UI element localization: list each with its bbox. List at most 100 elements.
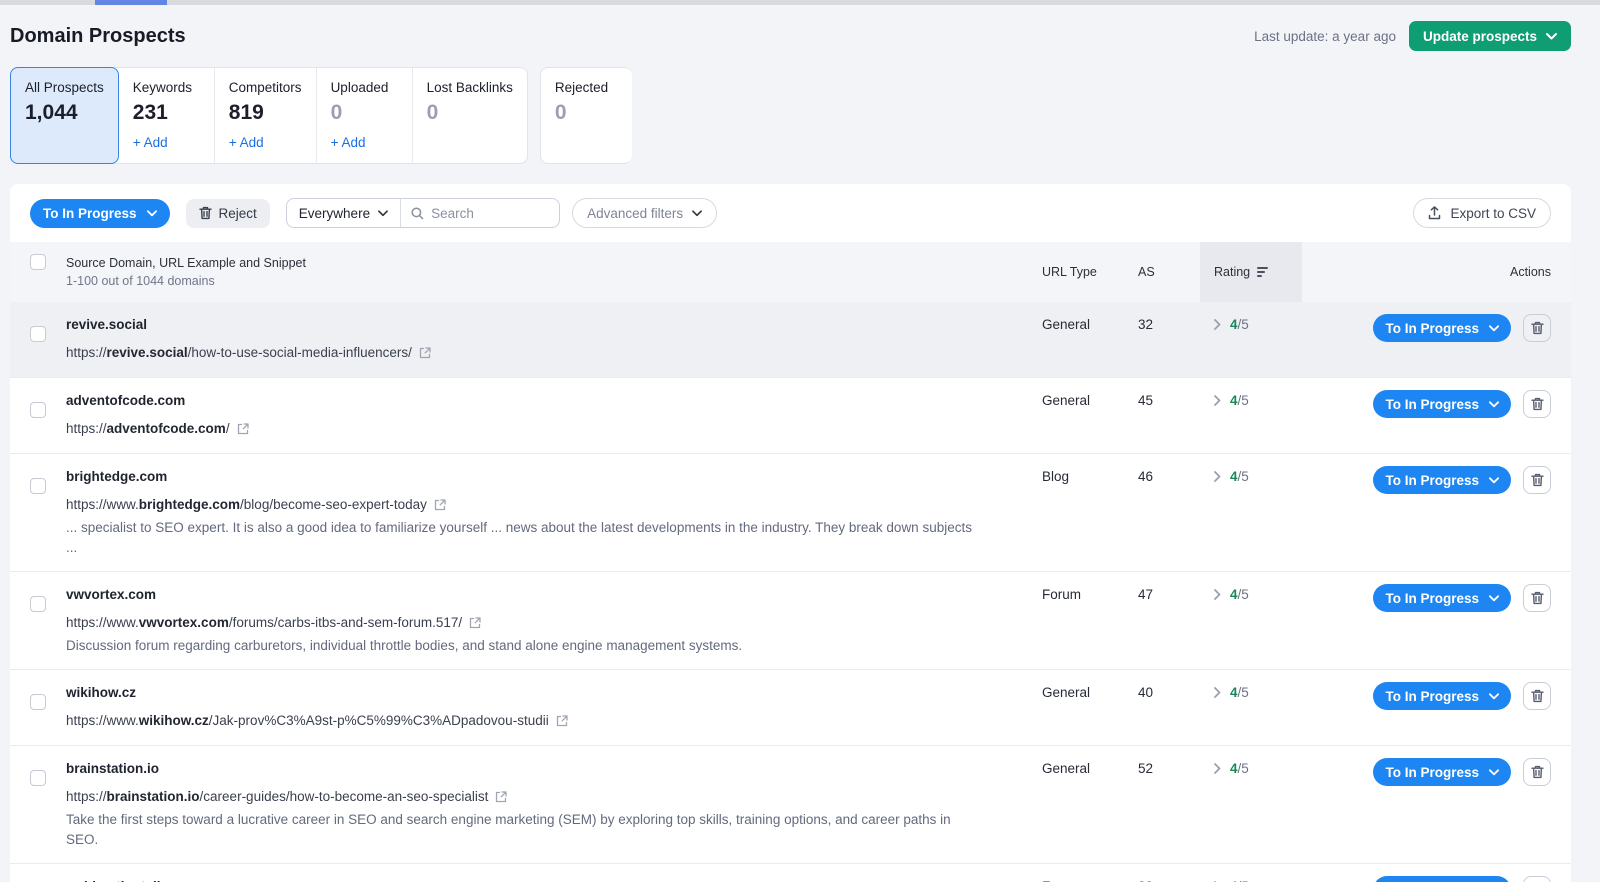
column-authority-score: AS — [1138, 265, 1155, 279]
row-delete-button[interactable] — [1523, 876, 1551, 882]
advanced-filters-dropdown[interactable]: Advanced filters — [572, 198, 717, 228]
chevron-down-icon — [1489, 693, 1499, 700]
row-delete-button[interactable] — [1523, 758, 1551, 786]
row-checkbox[interactable] — [30, 596, 46, 612]
rating-value: 4 — [1230, 587, 1238, 602]
row-status-dropdown[interactable]: To In Progress — [1373, 314, 1511, 342]
url-path: /career-guides/how-to-become-an-seo-spec… — [200, 785, 489, 808]
chevron-right-icon — [1214, 395, 1221, 406]
tab-lost-backlinks[interactable]: Lost Backlinks 0 — [413, 68, 527, 163]
external-link-icon[interactable] — [237, 423, 249, 435]
rating-value: 4 — [1230, 761, 1238, 776]
row-delete-button[interactable] — [1523, 466, 1551, 494]
url-path: /forums/carbs-itbs-and-sem-forum.517/ — [229, 611, 462, 634]
row-url-link[interactable]: https://adventofcode.com/ — [66, 417, 1042, 440]
tab-label: Competitors — [229, 80, 302, 95]
row-status-dropdown[interactable]: To In Progress — [1373, 584, 1511, 612]
rating-max: /5 — [1238, 587, 1249, 602]
row-domain-link[interactable]: revive.social — [66, 314, 1042, 336]
row-authority-score: 47 — [1138, 584, 1200, 656]
tab-competitors[interactable]: Competitors 819 + Add — [215, 68, 317, 163]
row-checkbox[interactable] — [30, 478, 46, 494]
row-rating[interactable]: 4/5 — [1200, 314, 1302, 364]
bulk-status-dropdown[interactable]: To In Progress — [30, 199, 170, 228]
update-prospects-button[interactable]: Update prospects — [1409, 21, 1571, 51]
chevron-down-icon — [1489, 325, 1499, 332]
row-checkbox[interactable] — [30, 770, 46, 786]
url-domain: wikihow.cz — [139, 709, 209, 732]
external-link-icon[interactable] — [495, 791, 507, 803]
search-scope-dropdown[interactable]: Everywhere — [287, 199, 401, 227]
export-csv-button[interactable]: Export to CSV — [1413, 198, 1551, 228]
row-rating[interactable]: 4/5 — [1200, 390, 1302, 440]
row-domain-link[interactable]: webhostingtalk.com — [66, 876, 1042, 882]
tab-add-link[interactable]: + Add — [229, 135, 302, 150]
row-domain-link[interactable]: wikihow.cz — [66, 682, 1042, 704]
row-rating[interactable]: 4/5 — [1200, 466, 1302, 558]
external-link-icon[interactable] — [434, 499, 446, 511]
tab-add-link[interactable]: + Add — [133, 135, 200, 150]
url-path: /blog/become-seo-expert-today — [240, 493, 427, 516]
tab-uploaded[interactable]: Uploaded 0 + Add — [317, 68, 413, 163]
row-domain-link[interactable]: brainstation.io — [66, 758, 1042, 780]
prospect-source-tabs: All Prospects 1,044 Keywords 231 + Add C… — [10, 67, 1590, 164]
row-url-type: Forum — [1042, 876, 1138, 882]
row-checkbox[interactable] — [30, 694, 46, 710]
rating-max: /5 — [1238, 393, 1249, 408]
row-url-link[interactable]: https://www.wikihow.cz/Jak-prov%C3%A9st-… — [66, 709, 1042, 732]
tab-keywords[interactable]: Keywords 231 + Add — [119, 68, 215, 163]
row-domain-link[interactable]: adventofcode.com — [66, 390, 1042, 412]
row-url-link[interactable]: https://www.brightedge.com/blog/become-s… — [66, 493, 1042, 516]
export-icon — [1428, 206, 1441, 220]
row-url-type: General — [1042, 682, 1138, 732]
tab-label: All Prospects — [25, 80, 104, 95]
row-url-link[interactable]: https://brainstation.io/career-guides/ho… — [66, 785, 1042, 808]
row-rating[interactable]: 4/5 — [1200, 584, 1302, 656]
row-url-type: General — [1042, 758, 1138, 850]
row-authority-score: 40 — [1138, 682, 1200, 732]
column-rating[interactable]: Rating — [1200, 242, 1302, 302]
row-rating[interactable]: 4/5 — [1200, 758, 1302, 850]
row-url-type: General — [1042, 390, 1138, 440]
external-link-icon[interactable] — [556, 715, 568, 727]
table-row: brainstation.io https://brainstation.io/… — [10, 745, 1571, 863]
table-row: vwvortex.com https://www.vwvortex.com/fo… — [10, 571, 1571, 669]
url-prefix: https:// — [66, 785, 107, 808]
tab-rejected[interactable]: Rejected 0 — [540, 67, 632, 164]
row-domain-link[interactable]: brightedge.com — [66, 466, 1042, 488]
url-path: /how-to-use-social-media-influencers/ — [188, 341, 412, 364]
row-status-dropdown[interactable]: To In Progress — [1373, 466, 1511, 494]
row-domain-link[interactable]: vwvortex.com — [66, 584, 1042, 606]
select-all-checkbox[interactable] — [30, 254, 46, 270]
row-authority-score: 45 — [1138, 390, 1200, 440]
tab-all-prospects[interactable]: All Prospects 1,044 — [10, 67, 119, 164]
rating-max: /5 — [1238, 685, 1249, 700]
sort-descending-icon — [1257, 267, 1268, 277]
search-input[interactable] — [431, 206, 541, 221]
reject-button[interactable]: Reject — [186, 199, 270, 228]
row-status-dropdown[interactable]: To In Progress — [1373, 682, 1511, 710]
row-delete-button[interactable] — [1523, 314, 1551, 342]
row-url-link[interactable]: https://revive.social/how-to-use-social-… — [66, 341, 1042, 364]
external-link-icon[interactable] — [469, 617, 481, 629]
row-delete-button[interactable] — [1523, 390, 1551, 418]
row-rating[interactable]: 4/5 — [1200, 682, 1302, 732]
row-rating[interactable]: 4/5 — [1200, 876, 1302, 882]
row-status-dropdown[interactable]: To In Progress — [1373, 390, 1511, 418]
row-delete-button[interactable] — [1523, 584, 1551, 612]
row-status-dropdown[interactable]: To In Progress — [1373, 876, 1511, 882]
row-checkbox[interactable] — [30, 326, 46, 342]
url-domain: adventofcode.com — [107, 417, 226, 440]
url-domain: brainstation.io — [107, 785, 200, 808]
tab-count: 1,044 — [25, 101, 104, 125]
external-link-icon[interactable] — [419, 347, 431, 359]
url-prefix: https:// — [66, 341, 107, 364]
row-delete-button[interactable] — [1523, 682, 1551, 710]
rating-value: 4 — [1230, 685, 1238, 700]
row-checkbox[interactable] — [30, 402, 46, 418]
active-browser-tab[interactable] — [95, 0, 167, 5]
tab-add-link[interactable]: + Add — [331, 135, 398, 150]
table-row: revive.social https://revive.social/how-… — [10, 302, 1571, 377]
row-url-link[interactable]: https://www.vwvortex.com/forums/carbs-it… — [66, 611, 1042, 634]
row-status-dropdown[interactable]: To In Progress — [1373, 758, 1511, 786]
